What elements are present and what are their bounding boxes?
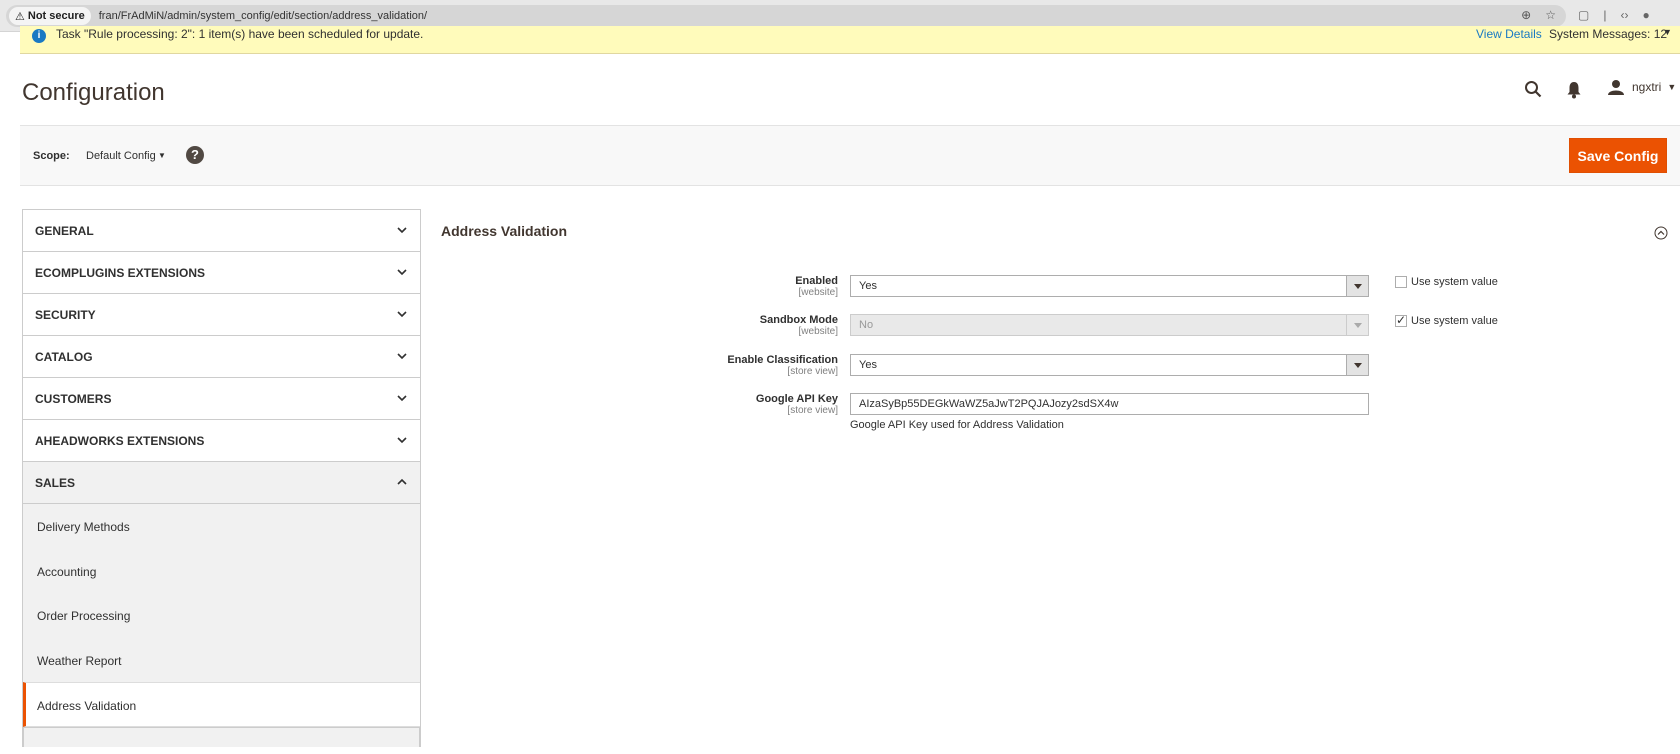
sidebar-section-security[interactable]: SECURITY [22, 293, 421, 335]
sidebar-section-label: SECURITY [35, 308, 96, 322]
extension-icon[interactable]: ▢ [1578, 8, 1589, 22]
field-scope: [website] [798, 287, 838, 298]
checkbox-label: Use system value [1411, 315, 1498, 327]
field-row-sandbox-mode: Sandbox Mode [website] No Use system val… [600, 313, 1500, 346]
select-value: Yes [859, 359, 877, 371]
sidebar-section-label: GENERAL [35, 224, 94, 238]
chevron-down-icon [397, 395, 407, 402]
bookmark-star-icon[interactable]: ☆ [1545, 8, 1556, 22]
sidebar-section-aheadworks[interactable]: AHEADWORKS EXTENSIONS [22, 419, 421, 461]
sales-submenu: Delivery Methods Accounting Order Proces… [22, 503, 421, 747]
field-scope: [store view] [787, 405, 838, 416]
url-text[interactable]: fran/FrAdMiN/admin/system_config/edit/se… [99, 10, 427, 22]
dropdown-arrow-icon [1346, 315, 1368, 335]
system-message-text: Task "Rule processing: 2": 1 item(s) hav… [56, 27, 424, 41]
sidebar-item-label: Delivery Methods [37, 520, 130, 534]
sidebar-section-customers[interactable]: CUSTOMERS [22, 377, 421, 419]
enable-classification-select[interactable]: Yes [850, 354, 1369, 376]
sidebar-item-address-validation[interactable]: Address Validation [23, 682, 420, 727]
security-label: Not secure [27, 10, 85, 22]
field-label: Google API Key [755, 393, 838, 405]
scope-bar: Scope: Default Config ▼ ? Save Config [20, 125, 1680, 186]
sidebar-section-catalog[interactable]: CATALOG [22, 335, 421, 377]
chevron-down-icon[interactable]: ▼ [158, 151, 166, 160]
warning-icon: ⚠ [15, 10, 25, 23]
field-note: Google API Key used for Address Validati… [850, 419, 1064, 431]
user-icon [1608, 80, 1624, 95]
scope-switcher[interactable]: Default Config [86, 150, 156, 162]
select-value: Yes [859, 280, 877, 292]
info-icon: i [32, 29, 46, 43]
sidebar-item-label: Accounting [37, 564, 97, 579]
chevron-down-icon: ▼ [1667, 82, 1677, 92]
field-label: Sandbox Mode [759, 314, 838, 326]
chevron-down-icon[interactable]: ▼ [1663, 27, 1672, 37]
chevron-down-icon [397, 353, 407, 360]
user-menu[interactable]: ngxtri ▼ [1608, 79, 1676, 95]
sidebar-section-sales[interactable]: SALES [22, 461, 421, 503]
field-scope: [website] [798, 326, 838, 337]
profile-icon[interactable]: ● [1642, 8, 1649, 22]
dropdown-arrow-icon [1346, 276, 1368, 296]
sidebar-next-item [23, 726, 420, 747]
page-title: Configuration [22, 79, 165, 106]
field-row-google-api-key: Google API Key [store view] AIzaSyBp55DE… [600, 393, 1500, 431]
sidebar-section-label: CUSTOMERS [35, 392, 112, 406]
system-message-bar: i Task "Rule processing: 2": 1 item(s) h… [20, 26, 1680, 54]
system-messages-toggle[interactable]: System Messages: 12 [1549, 27, 1667, 41]
chevron-down-icon [397, 311, 407, 318]
enabled-select[interactable]: Yes [850, 275, 1369, 297]
sidebar-item-accounting[interactable]: Accounting [23, 549, 420, 594]
chevron-down-icon [397, 227, 407, 234]
sidebar-section-label: SALES [35, 476, 76, 490]
code-icon[interactable]: ‹› [1620, 8, 1628, 22]
address-bar[interactable]: ⚠ Not secure fran/FrAdMiN/admin/system_c… [6, 5, 1566, 27]
zoom-icon[interactable]: ⊕ [1521, 8, 1531, 22]
collapse-icon[interactable] [1654, 226, 1668, 240]
sidebar-section-general[interactable]: GENERAL [22, 209, 421, 251]
section-title: Address Validation [441, 223, 568, 239]
input-value: AIzaSyBp55DEGkWaWZ5aJwT2PQJAJozy2sdSX4w [859, 398, 1119, 410]
field-row-enabled: Enabled [website] Yes Use system value [600, 275, 1500, 307]
view-details-link[interactable]: View Details [1476, 27, 1542, 41]
sidebar-item-weather-report[interactable]: Weather Report [23, 638, 420, 683]
sidebar-item-label: Order Processing [37, 609, 131, 623]
chevron-up-icon [397, 478, 407, 485]
field-row-enable-classification: Enable Classification [store view] Yes [600, 354, 1500, 386]
use-system-value-checkbox[interactable]: Use system value [1395, 313, 1498, 327]
checkbox-icon[interactable] [1395, 276, 1407, 288]
select-value: No [859, 319, 874, 331]
sidebar-item-label: Weather Report [37, 653, 122, 668]
sidebar-item-delivery-methods[interactable]: Delivery Methods [23, 504, 420, 549]
field-scope: [store view] [787, 366, 838, 377]
sidebar-section-label: ECOMPLUGINS EXTENSIONS [35, 266, 206, 280]
sidebar-item-order-processing[interactable]: Order Processing [23, 593, 420, 638]
checkbox-checked-icon[interactable] [1395, 313, 1407, 327]
divider-icon: | [1603, 8, 1607, 22]
config-sidebar: GENERAL ECOMPLUGINS EXTENSIONS SECURITY … [22, 209, 421, 747]
sidebar-item-label: Address Validation [37, 699, 137, 713]
sidebar-section-ecomplugins[interactable]: ECOMPLUGINS EXTENSIONS [22, 251, 421, 293]
user-name: ngxtri [1632, 80, 1662, 94]
chevron-down-icon [397, 269, 407, 276]
field-label: Enabled [795, 275, 838, 287]
sidebar-section-label: AHEADWORKS EXTENSIONS [35, 434, 205, 448]
use-system-value-checkbox[interactable]: Use system value [1395, 276, 1498, 288]
bell-icon[interactable] [1566, 81, 1582, 99]
chevron-down-icon [397, 437, 407, 444]
checkbox-label: Use system value [1411, 276, 1498, 288]
sandbox-mode-select: No [850, 314, 1369, 336]
help-icon[interactable]: ? [186, 146, 204, 164]
sidebar-section-label: CATALOG [35, 350, 93, 364]
security-indicator[interactable]: ⚠ Not secure [9, 7, 91, 25]
field-label: Enable Classification [727, 354, 838, 366]
dropdown-arrow-icon [1346, 355, 1368, 375]
google-api-key-input[interactable]: AIzaSyBp55DEGkWaWZ5aJwT2PQJAJozy2sdSX4w [850, 393, 1369, 415]
save-config-button[interactable]: Save Config [1569, 138, 1667, 173]
scope-label: Scope: [33, 150, 70, 162]
search-icon[interactable] [1524, 80, 1542, 98]
